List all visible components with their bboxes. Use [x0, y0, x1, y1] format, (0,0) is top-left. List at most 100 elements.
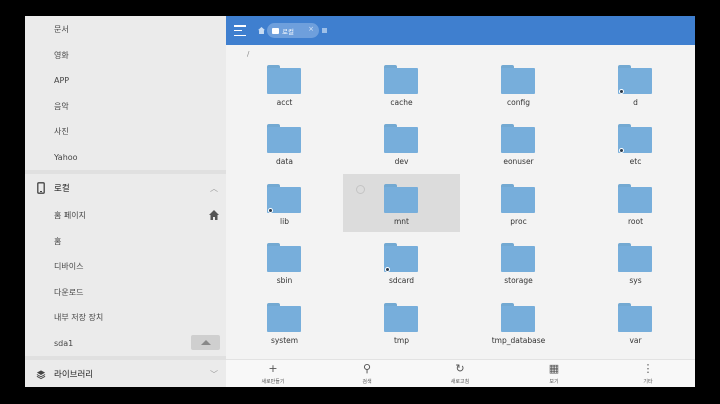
- folder-icon: [618, 65, 652, 94]
- folder-item[interactable]: config: [460, 55, 577, 113]
- folder-icon: [384, 65, 418, 94]
- folder-item[interactable]: proc: [460, 174, 577, 232]
- folder-name: sys: [629, 276, 642, 285]
- folder-icon: [501, 124, 535, 153]
- close-icon[interactable]: ×: [308, 25, 314, 33]
- folder-icon: [618, 303, 652, 332]
- folder-item[interactable]: d: [577, 55, 694, 113]
- symlink-badge-icon: [619, 89, 624, 94]
- folder-item[interactable]: data: [226, 114, 343, 172]
- sidebar-item-movies[interactable]: 영화: [25, 42, 226, 68]
- chevron-down-icon[interactable]: ﹀: [210, 369, 218, 380]
- sidebar-item-sda1[interactable]: sda1: [25, 330, 226, 356]
- chevron-up-icon[interactable]: ︿: [210, 183, 218, 194]
- folder-name: sdcard: [388, 276, 415, 285]
- folder-name: sbin: [276, 276, 293, 285]
- toolbar-label: 새로고침: [450, 379, 470, 385]
- folder-name: proc: [510, 217, 527, 226]
- sidebar-section-local[interactable]: 로컬 ︿: [25, 174, 226, 202]
- folder-item[interactable]: system: [226, 293, 343, 351]
- sidebar-item-photos[interactable]: 사진: [25, 118, 226, 144]
- folder-name: mnt: [394, 217, 409, 226]
- folder-item[interactable]: storage: [460, 233, 577, 291]
- bottom-toolbar: + 새로만들기 ⚲ 검색 ↻ 새로고침 ▦ 보기 ⋮ 기타: [226, 359, 695, 387]
- new-button[interactable]: + 새로만들기: [243, 362, 303, 387]
- tab-overflow-icon[interactable]: [322, 28, 327, 33]
- sidebar-item-label: sda1: [54, 338, 74, 348]
- sidebar-item-music[interactable]: 음악: [25, 93, 226, 119]
- folder-item[interactable]: dev: [343, 114, 460, 172]
- folder-item[interactable]: mnt: [343, 174, 460, 232]
- tab-window-icon: [272, 27, 279, 34]
- more-button[interactable]: ⋮ 기타: [618, 362, 678, 387]
- folder-name: tmp_database: [491, 336, 546, 345]
- folder-name: root: [627, 217, 644, 226]
- folder-item[interactable]: etc: [577, 114, 694, 172]
- search-button[interactable]: ⚲ 검색: [337, 362, 397, 387]
- sidebar-item-app[interactable]: APP: [25, 67, 226, 93]
- sidebar-item-internal-storage[interactable]: 내부 저장 장치: [25, 304, 226, 330]
- sidebar: 문서 영화 APP 음악 사진 Yahoo 로컬 ︿ 홈 페이지 홈 디바이스 …: [25, 16, 226, 387]
- sidebar-item-label: APP: [54, 75, 70, 85]
- main-panel: 로컬 × / acct cache config d data dev eonuser etc…: [226, 16, 695, 387]
- more-vert-icon: ⋮: [642, 362, 654, 375]
- folder-item[interactable]: sys: [577, 233, 694, 291]
- plus-icon: +: [268, 362, 278, 375]
- symlink-badge-icon: [268, 208, 273, 213]
- folder-item[interactable]: cache: [343, 55, 460, 113]
- sidebar-item-devices[interactable]: 디바이스: [25, 253, 226, 279]
- folder-name: d: [633, 98, 638, 107]
- app-screen: 문서 영화 APP 음악 사진 Yahoo 로컬 ︿ 홈 페이지 홈 디바이스 …: [25, 16, 695, 387]
- folder-icon: [501, 184, 535, 213]
- sidebar-item-label: 영화: [54, 50, 69, 60]
- refresh-icon: ↻: [455, 362, 465, 375]
- folder-icon: [501, 243, 535, 272]
- folder-name: var: [629, 336, 642, 345]
- folder-name: acct: [276, 98, 293, 107]
- folder-item[interactable]: root: [577, 174, 694, 232]
- refresh-button[interactable]: ↻ 새로고침: [430, 362, 490, 387]
- folder-name: cache: [390, 98, 413, 107]
- toolbar-label: 기타: [643, 379, 653, 385]
- folder-item[interactable]: tmp_database: [460, 293, 577, 351]
- symlink-badge-icon: [619, 148, 624, 153]
- grid-view-icon: ▦: [548, 362, 560, 375]
- folder-icon: [618, 124, 652, 153]
- sidebar-section-library[interactable]: 라이브러리 ﹀: [25, 360, 226, 387]
- folder-name: tmp: [393, 336, 409, 345]
- sidebar-item-home[interactable]: 홈: [25, 228, 226, 254]
- folder-name: eonuser: [503, 157, 534, 166]
- folder-name: dev: [394, 157, 409, 166]
- sidebar-item-label: 홈: [54, 236, 62, 246]
- breadcrumb-home-icon[interactable]: [258, 27, 265, 34]
- folder-icon: [267, 65, 301, 94]
- folder-item[interactable]: sbin: [226, 233, 343, 291]
- folder-name: system: [270, 336, 299, 345]
- sidebar-item-label: Yahoo: [54, 152, 78, 162]
- sidebar-item-label: 다운로드: [54, 287, 84, 297]
- toolbar-label: 보기: [549, 379, 559, 385]
- sidebar-item-downloads[interactable]: 다운로드: [25, 279, 226, 305]
- tab-local[interactable]: 로컬 ×: [267, 23, 319, 38]
- loading-spinner-icon: [356, 185, 365, 194]
- folder-name: lib: [280, 217, 289, 226]
- hamburger-menu-icon[interactable]: [234, 25, 246, 36]
- folder-icon: [267, 243, 301, 272]
- sidebar-item-yahoo[interactable]: Yahoo: [25, 144, 226, 170]
- folder-icon: [384, 184, 418, 213]
- sidebar-item-homepage[interactable]: 홈 페이지: [25, 202, 226, 228]
- home-icon[interactable]: [208, 209, 220, 221]
- sidebar-section-label: 라이브러리: [54, 370, 94, 380]
- folder-item[interactable]: tmp: [343, 293, 460, 351]
- folder-item[interactable]: lib: [226, 174, 343, 232]
- layers-icon: [36, 368, 46, 380]
- folder-item[interactable]: acct: [226, 55, 343, 113]
- symlink-badge-icon: [385, 267, 390, 272]
- folder-item[interactable]: eonuser: [460, 114, 577, 172]
- view-button[interactable]: ▦ 보기: [524, 362, 584, 387]
- folder-name: data: [276, 157, 293, 166]
- folder-item[interactable]: sdcard: [343, 233, 460, 291]
- sidebar-item-documents[interactable]: 문서: [25, 16, 226, 42]
- eject-icon[interactable]: [191, 335, 220, 350]
- folder-item[interactable]: var: [577, 293, 694, 351]
